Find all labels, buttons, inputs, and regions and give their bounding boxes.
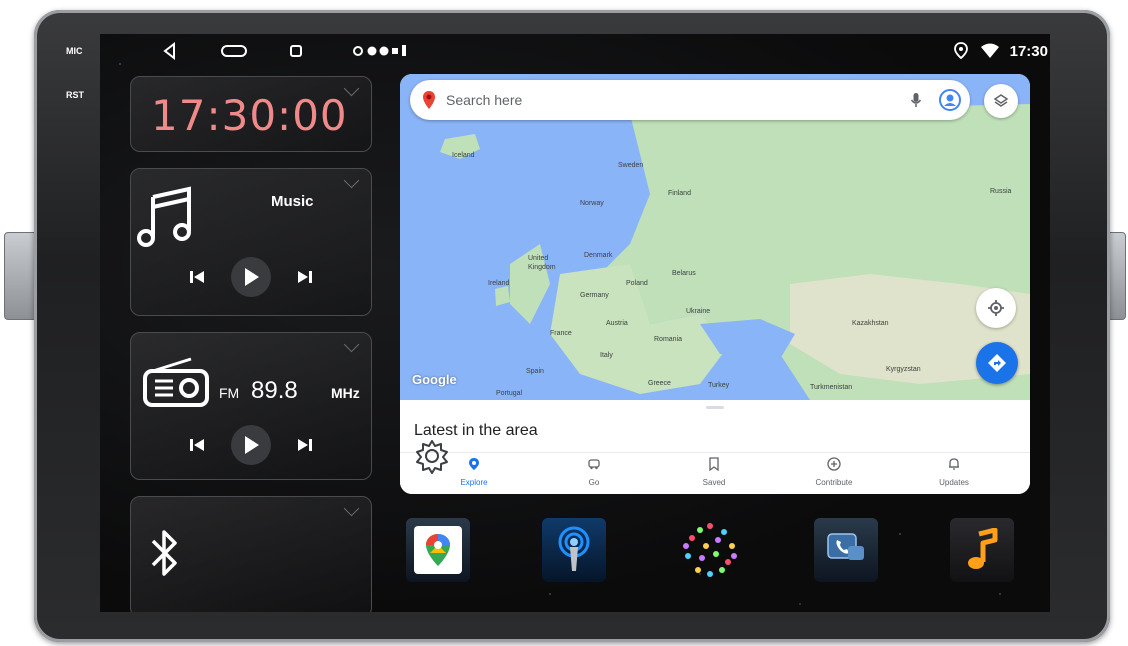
country-label: Kazakhstan — [852, 320, 889, 327]
country-label: Finland — [668, 190, 691, 197]
phone-app[interactable] — [814, 518, 878, 582]
chevron-down-icon — [343, 172, 360, 189]
country-label: Turkey — [708, 382, 730, 389]
crosshair-icon — [988, 300, 1004, 316]
layers-button[interactable] — [984, 84, 1018, 118]
microphone-icon — [558, 526, 590, 571]
notification-icons — [352, 42, 408, 60]
directions-icon — [988, 354, 1006, 372]
pin-icon — [469, 458, 479, 470]
account-icon[interactable] — [938, 88, 962, 117]
country-label: Ukraine — [686, 308, 711, 315]
country-label: Norway — [580, 200, 604, 207]
podcast-app[interactable] — [542, 518, 606, 582]
previous-track-icon[interactable] — [187, 267, 207, 287]
country-label: Iceland — [452, 152, 475, 159]
apps-app[interactable] — [678, 518, 742, 582]
country-label: Italy — [600, 352, 613, 359]
nav-contribute[interactable]: Contribute — [784, 457, 884, 487]
home-icon[interactable] — [220, 42, 248, 60]
country-label: Sweden — [618, 162, 644, 169]
music-title: Music — [271, 193, 314, 210]
directions-button[interactable] — [976, 342, 1018, 384]
back-icon[interactable] — [162, 42, 178, 60]
layers-icon — [993, 94, 1009, 107]
nav-label: Go — [588, 478, 600, 487]
next-track-icon[interactable] — [295, 267, 315, 287]
bottom-navigation: Explore Go Saved Contribute Updates — [400, 452, 1030, 494]
nav-label: Updates — [939, 478, 969, 487]
chevron-down-icon — [343, 336, 360, 353]
radio-icon — [143, 357, 209, 412]
country-label: Austria — [606, 320, 628, 327]
music-app[interactable] — [950, 518, 1014, 582]
digital-clock: 17:30:00 — [151, 91, 348, 140]
radio-widget[interactable]: FM 89.8 MHz — [130, 332, 372, 480]
nav-updates[interactable]: Updates — [904, 457, 1004, 487]
plus-circle-icon — [827, 457, 841, 471]
nav-label: Contribute — [815, 478, 853, 487]
country-label: Denmark — [584, 252, 613, 259]
country-label: Kyrgyzstan — [886, 366, 921, 373]
maps-widget[interactable]: Iceland Sweden Finland Norway Russia Den… — [400, 74, 1030, 494]
country-label: France — [550, 330, 572, 337]
screen: 17:30 17:30:00 Music FM 89.8 MHz Iceland… — [100, 34, 1050, 612]
bluetooth-icon — [147, 525, 183, 586]
bottom-sheet[interactable]: Latest in the area Explore Go Saved Cont… — [400, 400, 1030, 494]
search-input[interactable]: Search here — [446, 92, 522, 108]
status-time: 17:30 — [1009, 43, 1048, 60]
country-label: Spain — [526, 368, 544, 375]
country-label: Portugal — [496, 390, 523, 397]
google-maps-icon — [414, 526, 462, 574]
search-bar[interactable]: Search here — [410, 80, 970, 120]
my-location-button[interactable] — [976, 288, 1016, 328]
previous-station-icon[interactable] — [187, 435, 207, 455]
play-button[interactable] — [231, 257, 271, 297]
country-label: Germany — [580, 292, 609, 299]
status-bar: 17:30 — [100, 34, 1050, 70]
country-label: Ireland — [488, 280, 510, 287]
nav-go[interactable]: Go — [544, 457, 644, 487]
radio-frequency: 89.8 — [251, 377, 298, 404]
country-label: United Kingdom — [528, 255, 556, 271]
location-icon — [954, 42, 968, 60]
radio-unit: MHz — [331, 385, 360, 401]
country-label: Belarus — [672, 270, 696, 277]
dots-circle-icon — [683, 523, 737, 577]
phone-icon — [827, 533, 864, 560]
country-label: Poland — [626, 280, 648, 287]
google-logo: Google — [412, 372, 457, 387]
car-icon — [588, 459, 600, 470]
nav-saved[interactable]: Saved — [664, 457, 764, 487]
reset-button[interactable]: RST — [66, 90, 84, 100]
mic-label: MIC — [66, 46, 83, 56]
radio-play-button[interactable] — [231, 425, 271, 465]
music-note-icon — [135, 183, 195, 254]
maps-pin-icon — [422, 90, 436, 115]
wifi-icon — [980, 42, 1000, 60]
radio-band: FM — [219, 385, 240, 401]
music-widget[interactable]: Music — [130, 168, 372, 316]
bluetooth-widget[interactable] — [130, 496, 372, 612]
country-label: Greece — [648, 380, 671, 387]
clock-widget[interactable]: 17:30:00 — [130, 76, 372, 152]
sheet-handle[interactable] — [706, 406, 724, 409]
nav-label: Explore — [460, 478, 488, 487]
chevron-down-icon — [343, 500, 360, 517]
music-note-icon — [968, 528, 998, 569]
nav-label: Saved — [702, 478, 726, 487]
country-label: Russia — [990, 188, 1012, 195]
map-view[interactable]: Iceland Sweden Finland Norway Russia Den… — [400, 74, 1030, 400]
country-label: Romania — [654, 336, 683, 343]
settings-gear-icon[interactable] — [414, 438, 450, 479]
microphone-icon[interactable] — [910, 92, 922, 113]
country-label: Turkmenistan — [810, 384, 853, 391]
recent-apps-icon[interactable] — [288, 42, 304, 60]
maps-app[interactable] — [406, 518, 470, 582]
bookmark-icon — [709, 457, 719, 472]
next-station-icon[interactable] — [295, 435, 315, 455]
bell-icon — [949, 458, 959, 470]
